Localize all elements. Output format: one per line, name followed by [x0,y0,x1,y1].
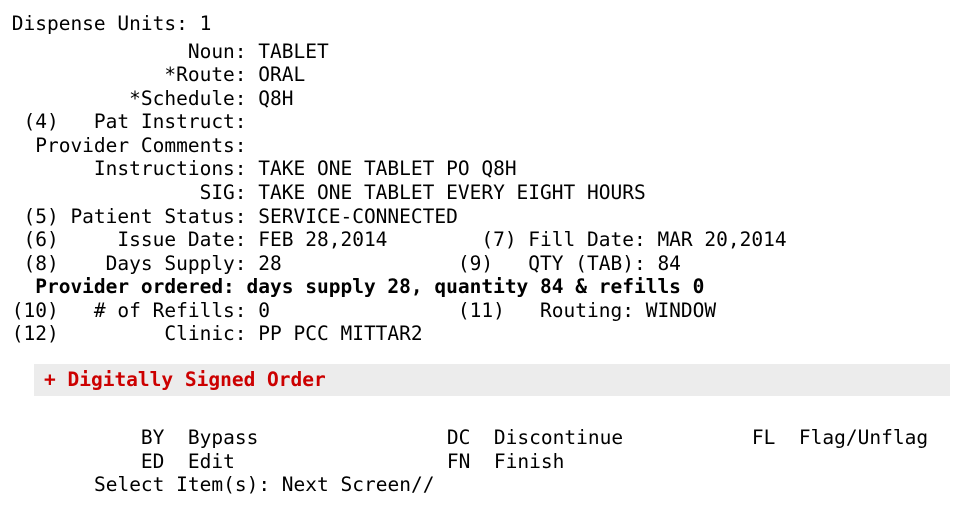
dispense-units-line: Dispense Units: 1 [0,12,212,35]
action-label: Flag/Unflag [798,426,929,450]
patient-status-line: (5) Patient Status: SERVICE-CONNECTED [0,205,458,228]
route-line: *Route: ORAL [0,63,306,86]
action-label: Finish [493,449,565,473]
issue-fill-date-line: (6) Issue Date: FEB 28,2014 (7) Fill Dat… [0,228,787,251]
schedule-line: *Schedule: Q8H [0,87,294,110]
noun-line: Noun: TABLET [0,40,329,63]
pat-instruct-line: (4) Pat Instruct: [0,110,247,133]
refills-routing-line: (10) # of Refills: 0 (11) Routing: WINDO… [0,299,717,322]
action-flag-unflag[interactable]: FL Flag/Unflag [658,403,928,473]
action-code: FN [446,449,471,473]
action-code: FL [751,426,776,450]
days-supply-qty-line: (8) Days Supply: 28 (9) QTY (TAB): 84 [0,252,681,275]
terminal-screen: Dispense Units: 1 Noun: TABLET *Route: O… [0,0,966,521]
provider-comments-line: Provider Comments: [0,134,247,157]
clinic-line: (12) Clinic: PP PCC MITTAR2 [0,322,423,345]
select-item-prompt: Select Item(s): Next Screen// [47,450,444,520]
digitally-signed-label: + Digitally Signed Order [44,368,326,391]
digitally-signed-banner: + Digitally Signed Order [34,364,950,396]
provider-ordered-line: Provider ordered: days supply 28, quanti… [0,275,705,298]
prompt-label: Select Item(s): Next Screen// [93,473,435,497]
instructions-line: Instructions: TAKE ONE TABLET PO Q8H [0,157,517,180]
sig-line: SIG: TAKE ONE TABLET EVERY EIGHT HOURS [0,181,646,204]
